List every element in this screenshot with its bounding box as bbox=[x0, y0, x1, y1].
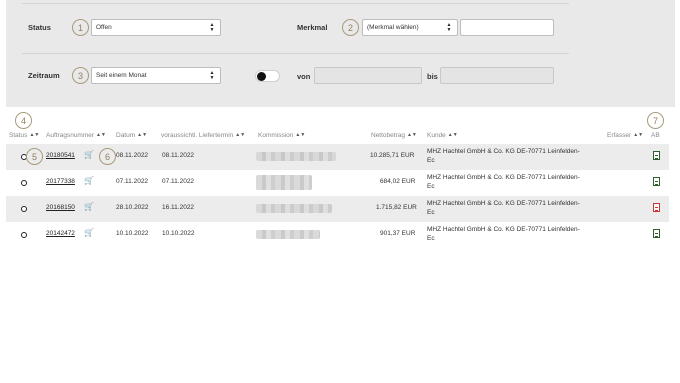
status-select-value: Offen bbox=[96, 24, 112, 31]
sort-arrows-icon: ▲▼ bbox=[447, 132, 458, 138]
customer-name: MHZ Hachtel GmbH & Co. KG DE-70771 Leinf… bbox=[427, 148, 580, 155]
marker-5: 5 bbox=[26, 148, 43, 165]
date-to-input[interactable] bbox=[440, 67, 554, 84]
net-amount: 10.285,71 EUR bbox=[370, 152, 415, 159]
column-header-liefertermin[interactable]: voraussichtl. Liefertermin ▲▼ bbox=[161, 132, 245, 139]
merkmal-select-value: (Merkmal wählen) bbox=[367, 24, 419, 31]
sort-arrows-icon: ▲▼ bbox=[29, 132, 40, 138]
redacted-kommission bbox=[256, 230, 320, 239]
marker-4: 4 bbox=[15, 112, 32, 129]
customer-name-cont: Ec bbox=[427, 157, 435, 164]
delivery-date: 16.11.2022 bbox=[162, 204, 195, 211]
row-select-radio[interactable] bbox=[21, 206, 27, 212]
select-caret-icon: ▲ ▼ bbox=[446, 22, 452, 33]
marker-2: 2 bbox=[342, 19, 359, 36]
bis-label: bis bbox=[427, 72, 438, 81]
column-header-datum[interactable]: Datum ▲▼ bbox=[116, 132, 147, 139]
redacted-kommission bbox=[256, 175, 312, 190]
net-amount: 901,37 EUR bbox=[380, 230, 416, 237]
column-header-kommission[interactable]: Kommission ▲▼ bbox=[258, 132, 305, 139]
redacted-kommission bbox=[256, 152, 336, 161]
pdf-document-icon[interactable] bbox=[653, 203, 660, 212]
customer-name: MHZ Hachtel GmbH & Co. KG DE-70771 Leinf… bbox=[427, 200, 580, 207]
sort-arrows-icon: ▲▼ bbox=[406, 132, 417, 138]
table-row[interactable]: 20177338 🛒 07.11.2022 07.11.2022 684,02 … bbox=[6, 170, 669, 196]
column-header-kunde[interactable]: Kunde ▲▼ bbox=[427, 132, 458, 139]
pdf-document-icon[interactable] bbox=[653, 229, 660, 238]
merkmal-value-input[interactable] bbox=[460, 19, 554, 36]
order-number-link[interactable]: 20177338 bbox=[46, 178, 75, 185]
shopping-cart-icon[interactable]: 🛒 bbox=[84, 202, 94, 211]
status-label: Status bbox=[28, 23, 51, 32]
filter-panel: Status 1 Offen ▲ ▼ Merkmal 2 (Merkmal wäh… bbox=[6, 0, 675, 107]
merkmal-select[interactable]: (Merkmal wählen) ▲ ▼ bbox=[362, 19, 458, 36]
net-amount: 1.715,82 EUR bbox=[376, 204, 417, 211]
date-from-input[interactable] bbox=[314, 67, 422, 84]
marker-1: 1 bbox=[72, 19, 89, 36]
shopping-cart-icon[interactable]: 🛒 bbox=[84, 228, 94, 237]
marker-3: 3 bbox=[72, 67, 89, 84]
sort-arrows-icon: ▲▼ bbox=[633, 132, 644, 138]
divider bbox=[22, 53, 569, 54]
delivery-date: 10.10.2022 bbox=[162, 230, 195, 237]
column-header-erfasser[interactable]: Erfasser ▲▼ bbox=[607, 132, 643, 139]
select-caret-icon: ▲ ▼ bbox=[209, 22, 215, 33]
merkmal-label: Merkmal bbox=[297, 23, 328, 32]
order-date: 10.10.2022 bbox=[116, 230, 149, 237]
pdf-document-icon[interactable] bbox=[653, 151, 660, 160]
customer-name: MHZ Hachtel GmbH & Co. KG DE-70771 Leinf… bbox=[427, 174, 580, 181]
sort-arrows-icon: ▲▼ bbox=[235, 132, 246, 138]
customer-name-cont: Ec bbox=[427, 209, 435, 216]
customer-name-cont: Ec bbox=[427, 183, 435, 190]
column-header-nettobetrag[interactable]: Nettobetrag ▲▼ bbox=[371, 132, 417, 139]
marker-6: 6 bbox=[99, 148, 116, 165]
date-range-toggle[interactable] bbox=[255, 70, 280, 82]
customer-name: MHZ Hachtel GmbH & Co. KG DE-70771 Leinf… bbox=[427, 226, 580, 233]
order-date: 28.10.2022 bbox=[116, 204, 149, 211]
von-label: von bbox=[297, 72, 311, 81]
order-number-link[interactable]: 20180541 bbox=[46, 152, 75, 159]
sort-arrows-icon: ▲▼ bbox=[295, 132, 306, 138]
row-select-radio[interactable] bbox=[21, 180, 27, 186]
order-date: 07.11.2022 bbox=[116, 178, 149, 185]
zeitraum-label: Zeitraum bbox=[28, 71, 60, 80]
column-header-auftragsnummer[interactable]: Auftragsnummer ▲▼ bbox=[46, 132, 106, 139]
sort-arrows-icon: ▲▼ bbox=[137, 132, 148, 138]
column-header-ab[interactable]: AB bbox=[651, 132, 660, 139]
zeitraum-select[interactable]: Seit einem Monat ▲ ▼ bbox=[91, 67, 221, 84]
delivery-date: 08.11.2022 bbox=[162, 152, 195, 159]
table-row[interactable]: 20168150 🛒 28.10.2022 16.11.2022 1.715,8… bbox=[6, 196, 669, 222]
net-amount: 684,02 EUR bbox=[380, 178, 416, 185]
status-select[interactable]: Offen ▲ ▼ bbox=[91, 19, 221, 36]
column-header-status[interactable]: Status ▲▼ bbox=[9, 132, 39, 139]
delivery-date: 07.11.2022 bbox=[162, 178, 195, 185]
redacted-kommission bbox=[256, 204, 332, 213]
pdf-document-icon[interactable] bbox=[653, 177, 660, 186]
shopping-cart-icon[interactable]: 🛒 bbox=[84, 150, 94, 159]
sort-arrows-icon: ▲▼ bbox=[96, 132, 106, 138]
zeitraum-select-value: Seit einem Monat bbox=[96, 72, 147, 79]
select-caret-icon: ▲ ▼ bbox=[209, 70, 215, 81]
order-number-link[interactable]: 20142472 bbox=[46, 230, 75, 237]
order-date: 08.11.2022 bbox=[116, 152, 149, 159]
table-row[interactable]: 5 20180541 🛒 6 08.11.2022 08.11.2022 10.… bbox=[6, 144, 669, 170]
shopping-cart-icon[interactable]: 🛒 bbox=[84, 176, 94, 185]
table-row[interactable]: 20142472 🛒 10.10.2022 10.10.2022 901,37 … bbox=[6, 222, 669, 248]
toggle-knob bbox=[257, 72, 266, 81]
order-number-link[interactable]: 20168150 bbox=[46, 204, 75, 211]
marker-7: 7 bbox=[647, 112, 664, 129]
customer-name-cont: Ec bbox=[427, 235, 435, 242]
divider bbox=[22, 3, 569, 4]
row-select-radio[interactable] bbox=[21, 232, 27, 238]
